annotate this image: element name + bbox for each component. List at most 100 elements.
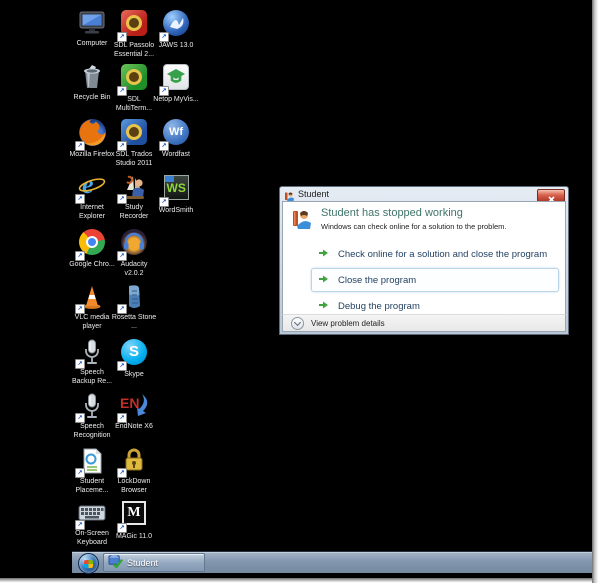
desktop-icon-label: Rosetta Stone ...: [111, 314, 157, 330]
desktop-icon-endnote-x6[interactable]: EN ↗ EndNote X6: [111, 391, 157, 432]
shortcut-arrow-icon: ↗: [159, 32, 169, 42]
recycle-bin-icon: [77, 62, 107, 92]
desktop-icon-netop-myvis[interactable]: ↗ Netop MyVis...: [153, 62, 199, 105]
desktop-icon-label: WordSmith: [158, 206, 194, 214]
green-arrow-icon: [318, 245, 329, 263]
chrome-icon: ↗: [75, 229, 107, 261]
desktop-icon-speech-backup-re[interactable]: ↗ Speech Backup Re...: [69, 337, 115, 387]
audacity-icon: ↗: [117, 229, 149, 261]
green-arrow-icon: [318, 297, 329, 315]
chevron-down-icon[interactable]: [291, 316, 304, 330]
study-recorder-icon: ↗: [117, 172, 149, 204]
shortcut-arrow-icon: ↗: [159, 86, 169, 96]
command-link-check-online-for-a-solution-and-close-the-program[interactable]: Check online for a solution and close th…: [311, 242, 559, 266]
desktop-icon-label: Mozilla Firefox: [69, 150, 115, 158]
shortcut-arrow-icon: ↗: [75, 251, 85, 261]
desktop-icon-label: Google Chro...: [69, 261, 115, 268]
screenshot-frame: Computer ↗ SDL Passolo Essential 2... ↗ JAWS…: [0, 0, 600, 583]
computer-icon: [77, 8, 107, 38]
desktop-icon-skype[interactable]: S ↗ Skype: [111, 337, 157, 380]
desktop-icon-label: Recycle Bin: [73, 94, 111, 101]
desktop-icon-google-chro[interactable]: ↗ Google Chro...: [69, 227, 115, 270]
dialog-title: Student: [298, 189, 330, 199]
shortcut-arrow-icon: ↗: [75, 359, 85, 369]
shortcut-arrow-icon: ↗: [117, 194, 127, 204]
green-arrow-icon: [318, 271, 329, 289]
desktop-icon-label: SDL Trados Studio 2011: [115, 151, 153, 167]
shortcut-arrow-icon: ↗: [117, 523, 127, 533]
student-placement-icon: ↗: [75, 446, 107, 478]
crash-dialog-window: Student Student has stopped working Wind…: [279, 186, 569, 335]
shortcut-arrow-icon: ↗: [75, 520, 85, 530]
shortcut-arrow-icon: ↗: [159, 141, 169, 151]
desktop-icon-sdl-trados-studio-2011[interactable]: ↗ SDL Trados Studio 2011: [111, 117, 157, 169]
desktop-icon-recycle-bin[interactable]: Recycle Bin: [69, 62, 115, 103]
desktop-icon-sdl-multiterm[interactable]: ↗ SDL MultiTerm...: [111, 62, 157, 114]
taskbar-button-student[interactable]: Student: [103, 553, 205, 572]
start-button[interactable]: [78, 553, 99, 574]
desktop-icon-label: Wordfast: [162, 151, 190, 158]
magic-icon: M ↗: [117, 501, 149, 533]
shortcut-arrow-icon: ↗: [117, 86, 127, 96]
dialog-titlebar[interactable]: Student: [280, 187, 568, 203]
student-app-icon-large: [291, 208, 313, 230]
desktop-icon-jaws-13-0[interactable]: ↗ JAWS 13.0: [153, 8, 199, 51]
desktop-icon-label: Speech Backup Re...: [71, 369, 113, 385]
desktop-icon-label: Audacity v2.0.2: [120, 261, 148, 277]
view-problem-details-link[interactable]: View problem details: [311, 319, 385, 328]
netop-icon: ↗: [159, 64, 191, 96]
dialog-header: Student has stopped working: [321, 207, 463, 219]
shortcut-arrow-icon: ↗: [117, 361, 127, 371]
frame-shadow-right: [592, 0, 600, 583]
command-link-close-the-program[interactable]: Close the program: [311, 268, 559, 292]
desktop-icon-magic-11-0[interactable]: M ↗ MAGic 11.0: [111, 498, 157, 542]
desktop-icon-audacity-v2-0-2[interactable]: ↗ Audacity v2.0.2: [111, 227, 157, 279]
windows-logo-icon: [84, 559, 93, 568]
desktop-icon-internet-explorer[interactable]: e ↗ Internet Explorer: [69, 170, 115, 222]
wordfast-icon: Wf ↗: [159, 119, 191, 151]
microphone-icon: ↗: [75, 391, 107, 423]
desktop-icon-wordsmith[interactable]: WS ↗ WordSmith: [153, 172, 199, 215]
command-link-label: Check online for a solution and close th…: [338, 248, 548, 260]
shortcut-arrow-icon: ↗: [117, 304, 127, 314]
desktop-icon-label: SDL Passolo Essential 2...: [113, 42, 155, 58]
desktop-icon-wordfast[interactable]: Wf ↗ Wordfast: [153, 117, 199, 160]
dialog-message: Windows can check online for a solution …: [321, 222, 507, 231]
desktop-icon-label: Student Placeme...: [75, 478, 109, 494]
desktop-icon-label: On-Screen Keyboard: [75, 530, 109, 546]
endnote-icon: EN ↗: [117, 391, 149, 423]
desktop-icon-rosetta-stone[interactable]: ↗ Rosetta Stone ...: [111, 282, 157, 332]
lockdown-icon: ↗: [117, 446, 149, 478]
desktop-icon-label: Internet Explorer: [78, 204, 106, 220]
desktop-icon-study-recorder[interactable]: ↗ Study Recorder: [111, 172, 157, 222]
desktop-icon-mozilla-firefox[interactable]: ↗ Mozilla Firefox: [69, 117, 115, 159]
rosetta-icon: ↗: [117, 282, 149, 314]
desktop-icon-label: VLC media player: [74, 314, 110, 330]
desktop-icon-lockdown-browser[interactable]: ↗ LockDown Browser: [111, 446, 157, 496]
desktop-icon-speech-recognition[interactable]: ↗ Speech Recognition: [69, 391, 115, 441]
skype-icon: S ↗: [117, 339, 149, 371]
shortcut-arrow-icon: ↗: [117, 32, 127, 42]
dialog-body: Student has stopped working Windows can …: [282, 201, 566, 314]
microphone-icon: ↗: [75, 337, 107, 369]
internet-explorer-icon: e ↗: [75, 170, 107, 204]
sdl-multiterm-icon: ↗: [117, 64, 149, 96]
desktop-icon-vlc-media-player[interactable]: ↗ VLC media player: [69, 282, 115, 332]
desktop-icon-label: JAWS 13.0: [158, 42, 194, 49]
taskbar-button-label: Student: [127, 557, 159, 568]
student-task-icon: [108, 553, 123, 573]
command-link-label: Debug the program: [338, 300, 420, 312]
shortcut-arrow-icon: ↗: [117, 251, 127, 261]
desktop-icon-sdl-passolo-essential-2[interactable]: ↗ SDL Passolo Essential 2...: [111, 8, 157, 60]
student-app-icon: [284, 189, 295, 202]
desktop-icon-label: Computer: [76, 40, 108, 47]
desktop-icon-label: LockDown Browser: [117, 478, 151, 494]
command-links: Check online for a solution and close th…: [311, 242, 559, 320]
desktop-icon-computer[interactable]: Computer: [69, 8, 115, 49]
wordsmith-icon: WS ↗: [159, 174, 191, 207]
sdl-trados-icon: ↗: [117, 119, 149, 151]
desktop-icon-label: MAGic 11.0: [115, 533, 153, 540]
shortcut-arrow-icon: ↗: [75, 468, 85, 478]
desktop-icon-student-placeme[interactable]: ↗ Student Placeme...: [69, 446, 115, 496]
desktop-icon-on-screen-keyboard[interactable]: ↗ On-Screen Keyboard: [69, 498, 115, 548]
